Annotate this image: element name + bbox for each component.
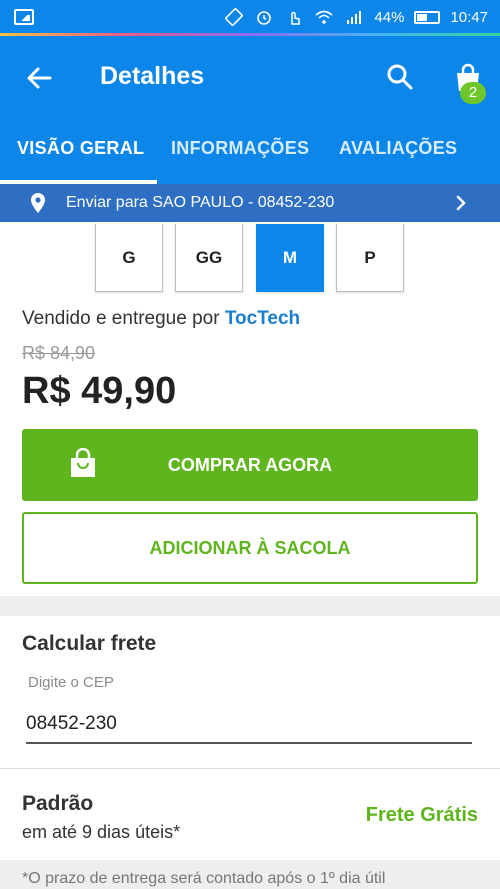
old-price: R$ 84,90 [22,343,96,363]
shipping-option-price: Frete Grátis [365,804,478,826]
shipping-destination-text: Enviar para SAO PAULO - 08452-230 [66,194,335,211]
cep-field-label: Digite o CEP [28,674,114,691]
wifi-icon [315,10,333,24]
page-title: Detalhes [100,62,205,90]
current-price: R$ 49,90 [22,370,177,412]
chevron-right-icon [456,195,466,211]
freight-calculator-title: Calcular frete [22,632,157,655]
size-option-p[interactable]: P [336,224,404,292]
alarm-icon [257,11,272,25]
search-icon[interactable] [386,63,414,91]
buy-now-button[interactable]: COMPRAR AGORA [22,429,478,501]
tab-overview[interactable]: VISÃO GERAL [17,138,144,159]
size-option-gg[interactable]: GG [175,224,243,292]
buy-now-label: COMPRAR AGORA [167,455,333,475]
delivery-note: *O prazo de entrega será contado após o … [0,860,500,889]
clock: 10:47 [450,8,488,26]
signal-icon [347,11,362,24]
back-arrow-icon[interactable] [24,63,54,93]
section-divider [0,596,500,616]
cart-count-badge: 2 [460,82,486,104]
location-pin-icon [31,193,45,213]
add-to-bag-button[interactable]: ADICIONAR À SACOLA [22,512,478,584]
battery-percent: 44% [374,8,405,26]
status-bar: 44% 10:47 [0,0,500,36]
cep-input[interactable] [26,706,472,744]
size-option-m[interactable]: M [256,224,324,292]
seller-name-link[interactable]: TocTech [225,308,300,329]
tab-reviews[interactable]: AVALIAÇÕES [339,138,457,159]
app-bar: Detalhes 2 [0,36,500,120]
tab-information[interactable]: INFORMAÇÕES [171,138,309,159]
vibrate-icon [225,8,244,26]
shipping-option-name: Padrão [22,792,94,815]
divider [0,768,500,769]
seller-prefix: Vendido e entregue por [22,308,220,329]
battery-icon [414,10,441,24]
tab-bar: VISÃO GERAL INFORMAÇÕES AVALIAÇÕES [0,120,500,184]
shipping-option-days: em até 9 dias úteis* [22,822,181,842]
touch-icon [291,11,301,25]
seller-line: Vendido e entregue por TocTech [22,308,300,330]
shipping-destination-bar[interactable]: Enviar para SAO PAULO - 08452-230 [0,184,500,222]
size-option-g[interactable]: G [95,224,163,292]
gallery-notification-icon [14,9,34,25]
size-selector: G GG M P [0,222,500,294]
